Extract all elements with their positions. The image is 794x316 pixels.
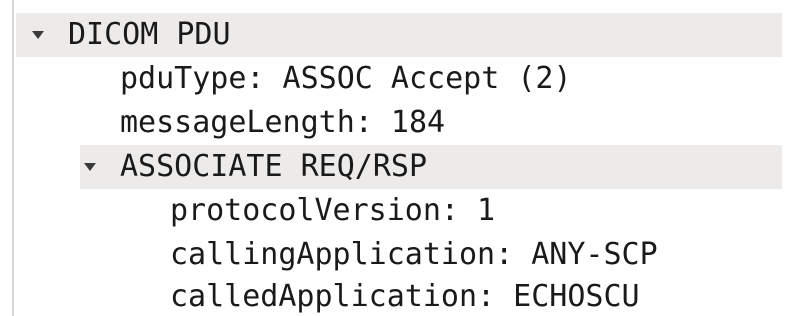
caret-down-icon[interactable] — [32, 31, 44, 39]
field-text: calledApplication: ECHOSCU — [170, 279, 640, 314]
field-text: callingApplication: ANY-SCP — [170, 237, 658, 272]
field-text: pduType: ASSOC Accept (2) — [120, 61, 572, 96]
tree-left-border — [12, 0, 14, 316]
tree-field-protocol-version[interactable]: protocolVersion: 1 — [170, 189, 495, 233]
packet-details-tree: DICOM PDU pduType: ASSOC Accept (2) mess… — [0, 0, 794, 316]
field-text: messageLength: 184 — [120, 105, 446, 140]
caret-down-icon[interactable] — [84, 163, 96, 171]
tree-node-label: ASSOCIATE REQ/RSP — [120, 149, 428, 184]
tree-field-calling-application[interactable]: callingApplication: ANY-SCP — [170, 233, 658, 277]
tree-node-associate-req-rsp[interactable]: ASSOCIATE REQ/RSP — [80, 145, 782, 189]
field-text: protocolVersion: 1 — [170, 193, 496, 228]
tree-field-message-length[interactable]: messageLength: 184 — [120, 101, 445, 145]
tree-node-dicom-pdu[interactable]: DICOM PDU — [16, 13, 782, 57]
tree-field-pdu-type[interactable]: pduType: ASSOC Accept (2) — [120, 57, 572, 101]
tree-field-called-application[interactable]: calledApplication: ECHOSCU — [170, 275, 640, 316]
tree-node-label: DICOM PDU — [68, 17, 231, 52]
